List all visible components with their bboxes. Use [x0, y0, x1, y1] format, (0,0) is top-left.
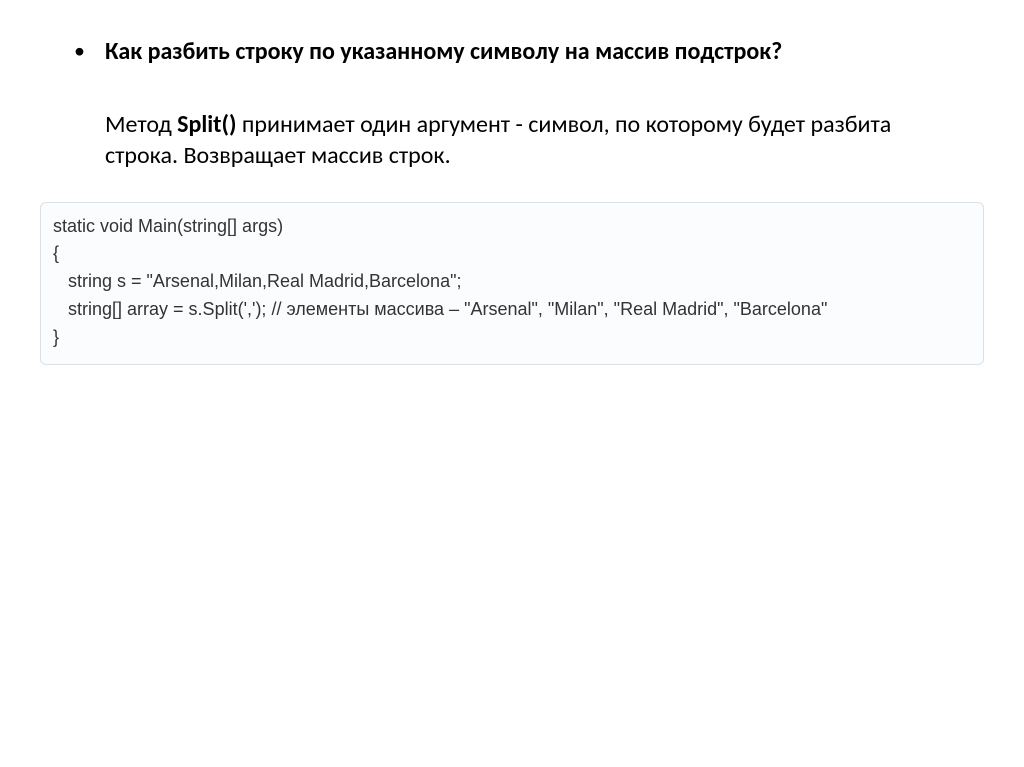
code-block: static void Main(string[] args) { string…: [40, 202, 984, 365]
code-line: string[] array = s.Split(','); // элемен…: [53, 296, 971, 324]
code-line: {: [53, 240, 971, 268]
method-name: Split(): [177, 110, 242, 139]
slide-content: • Как разбить строку по указанному симво…: [0, 0, 1024, 172]
answer-before: Метод: [105, 110, 177, 139]
code-line: }: [53, 324, 971, 352]
bullet-item: • Как разбить строку по указанному симво…: [60, 36, 964, 172]
question-text: Как разбить строку по указанному символу…: [105, 36, 964, 67]
bullet-dot-icon: •: [74, 36, 85, 66]
code-line: string s = "Arsenal,Milan,Real Madrid,Ba…: [53, 268, 971, 296]
bullet-text: Как разбить строку по указанному символу…: [105, 36, 964, 172]
code-line: static void Main(string[] args): [53, 213, 971, 241]
answer-text: Метод Split() принимает один аргумент - …: [105, 109, 964, 171]
